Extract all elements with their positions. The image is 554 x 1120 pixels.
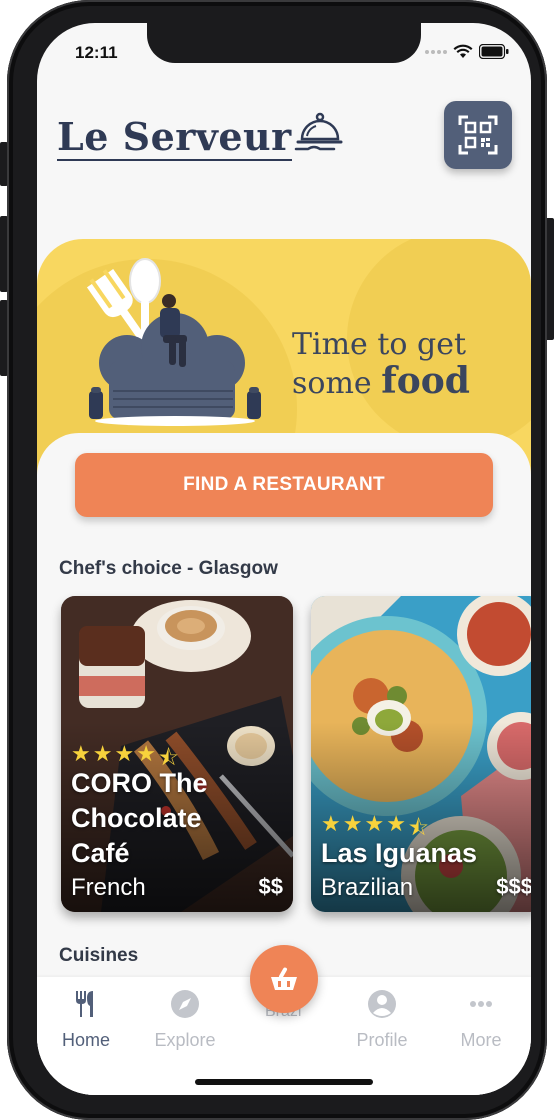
tab-explore[interactable]: Explore: [136, 989, 234, 1051]
hero-line-2: some food: [292, 363, 470, 402]
hero-tagline: Time to get some food: [292, 327, 470, 402]
home-indicator[interactable]: [195, 1079, 373, 1085]
chefs-choice-title: Chef's choice - Glasgow: [59, 558, 278, 579]
user-icon: [368, 990, 396, 1018]
ellipsis-icon: [470, 1001, 492, 1007]
cloche-icon: [294, 112, 343, 151]
restaurant-price: $$$: [496, 874, 531, 899]
notch: [147, 23, 421, 63]
cuisines-title: Cuisines: [59, 945, 139, 966]
tab-profile-label: Profile: [356, 1030, 408, 1050]
tab-profile[interactable]: Profile: [333, 989, 431, 1051]
tab-home[interactable]: Home: [37, 989, 135, 1051]
signal-icon: [425, 49, 447, 54]
brand-logo: Le Serveur: [57, 109, 344, 161]
chef-hat-illustration: [86, 258, 261, 426]
restaurant-price: $$: [258, 874, 283, 899]
restaurant-cuisine: French: [71, 874, 146, 901]
app-screen: 12:11 Le Serveur Time to get some food F…: [37, 23, 531, 1095]
restaurant-name: CORO The Chocolate Café: [71, 766, 208, 871]
status-time: 12:11: [75, 43, 118, 62]
qr-code-icon: [458, 115, 498, 155]
status-icons: [425, 44, 509, 59]
wifi-icon: [453, 44, 473, 58]
cutlery-icon: [76, 991, 93, 1017]
restaurant-name-line-1: CORO The: [71, 768, 208, 798]
restaurant-cuisine: Brazilian: [321, 874, 414, 901]
restaurant-name-line-2: Chocolate: [71, 803, 202, 833]
tab-more[interactable]: More: [432, 989, 530, 1051]
restaurant-name: Las Iguanas: [321, 836, 477, 871]
order-basket-button[interactable]: [250, 945, 318, 1013]
basket-icon: [271, 967, 297, 990]
qr-scan-button[interactable]: [444, 101, 512, 169]
restaurant-card[interactable]: ★ ★ ★ ★ ⯪ CORO The Chocolate Café French $$: [61, 596, 293, 912]
device-frame: 12:11 Le Serveur Time to get some food F…: [7, 0, 547, 1120]
brand-name: Le Serveur: [57, 114, 292, 161]
tab-explore-label: Explore: [154, 1030, 216, 1050]
hero-line-1: Time to get: [292, 327, 467, 362]
hero-line-2-prefix: some: [292, 366, 382, 401]
tab-home-label: Home: [61, 1030, 110, 1050]
find-restaurant-button[interactable]: FIND A RESTAURANT: [75, 453, 493, 517]
tab-more-label: More: [460, 1030, 502, 1050]
hero-line-2-bold: food: [381, 360, 470, 402]
restaurant-card[interactable]: ★ ★ ★ ★ ⯪ Las Iguanas Brazilian $$$: [311, 596, 531, 912]
compass-icon: [171, 990, 199, 1018]
restaurant-name-line-1: Las Iguanas: [321, 838, 478, 868]
restaurant-name-line-3: Café: [71, 838, 130, 868]
battery-icon: [479, 44, 509, 59]
